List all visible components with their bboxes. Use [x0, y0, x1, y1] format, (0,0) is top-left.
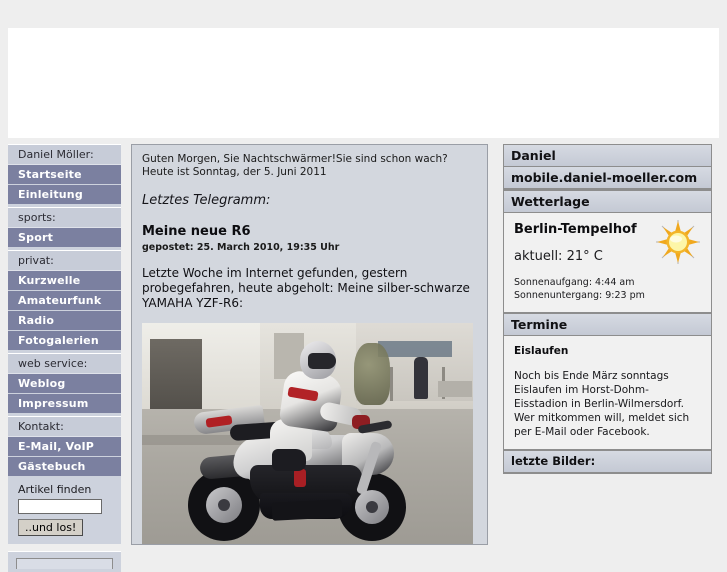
box-pictures: letzte Bilder: — [503, 450, 712, 474]
sidebar-item-g-stebuch[interactable]: Gästebuch — [8, 457, 121, 477]
sidebar-bottom-block — [8, 551, 121, 572]
sidebar-item-impressum[interactable]: Impressum — [8, 394, 121, 414]
sidebar-group-heading: sports: — [8, 208, 121, 228]
sidebar-item-e-mail-voip[interactable]: E-Mail, VoIP — [8, 437, 121, 457]
mobile-site-link[interactable]: mobile.daniel-moeller.com — [504, 167, 711, 189]
sidebar-item-startseite[interactable]: Startseite — [8, 165, 121, 185]
right-sidebar: Daniel mobile.daniel-moeller.com Wetterl… — [503, 144, 712, 474]
search-submit-button[interactable]: ..und los! — [18, 519, 84, 536]
search-label: Artikel finden — [18, 483, 92, 496]
sidebar-item-radio[interactable]: Radio — [8, 311, 121, 331]
post-body: Letzte Woche im Internet gefunden, geste… — [142, 266, 470, 310]
left-sidebar: Daniel Möller: Startseite Einleitung sports… — [8, 144, 121, 572]
greeting-line-1: Guten Morgen, Sie Nachtschwärmer!Sie sin… — [142, 153, 448, 165]
sidebar-item-kurzwelle[interactable]: Kurzwelle — [8, 271, 121, 291]
article-search-block: Artikel finden ..und los! — [8, 479, 121, 544]
post-meta: gepostet: 25. March 2010, 19:35 Uhr — [142, 242, 340, 253]
sidebar-item-einleitung[interactable]: Einleitung — [8, 185, 121, 205]
daniel-title: Daniel — [504, 145, 711, 167]
post-title: Meine neue R6 — [142, 224, 251, 239]
sidebar-item-weblog[interactable]: Weblog — [8, 374, 121, 394]
weather-heading: Wetterlage — [504, 191, 711, 213]
box-daniel: Daniel mobile.daniel-moeller.com — [503, 144, 712, 190]
sidebar-item-amateurfunk[interactable]: Amateurfunk — [8, 291, 121, 311]
sidebar-group: Daniel Möller: Startseite Einleitung — [8, 144, 121, 207]
pictures-heading: letzte Bilder: — [504, 451, 711, 473]
telegram-label: Letztes Telegramm: — [142, 193, 271, 208]
sidebar-group-heading: privat: — [8, 251, 121, 271]
sidebar-bottom-panel — [16, 558, 113, 569]
sidebar-group: privat: Kurzwelle Amateurfunk Radio Fotogale… — [8, 250, 121, 353]
sidebar-item-sport[interactable]: Sport — [8, 228, 121, 248]
weather-sunset: Sonnenuntergang: 9:23 pm — [514, 290, 645, 301]
main-content: Guten Morgen, Sie Nachtschwärmer!Sie sin… — [131, 144, 488, 545]
sidebar-group-heading: Kontakt: — [8, 417, 121, 437]
sidebar-group: Kontakt: E-Mail, VoIP Gästebuch — [8, 416, 121, 479]
sidebar-item-fotogalerien[interactable]: Fotogalerien — [8, 331, 121, 351]
top-banner — [8, 28, 719, 138]
post-image — [142, 323, 473, 544]
box-weather: Wetterlage Berlin-Tempelhof aktuell: 21°… — [503, 190, 712, 313]
box-events: Termine Eislaufen Noch bis Ende März son… — [503, 313, 712, 450]
event-text: Noch bis Ende März sonntags Eislaufen im… — [514, 370, 690, 438]
sidebar-group-heading: web service: — [8, 354, 121, 374]
sidebar-group: web service: Weblog Impressum — [8, 353, 121, 416]
sidebar-nav: Daniel Möller: Startseite Einleitung sports… — [8, 144, 121, 479]
greeting-line-2: Heute ist Sonntag, der 5. Juni 2011 — [142, 166, 327, 178]
weather-sunrise: Sonnenaufgang: 4:44 am — [514, 277, 635, 288]
sun-icon — [655, 219, 701, 265]
event-title: Eislaufen — [514, 345, 569, 357]
events-heading: Termine — [504, 314, 711, 336]
sidebar-group: sports: Sport — [8, 207, 121, 250]
search-input[interactable] — [18, 499, 102, 514]
sidebar-group-heading: Daniel Möller: — [8, 145, 121, 165]
